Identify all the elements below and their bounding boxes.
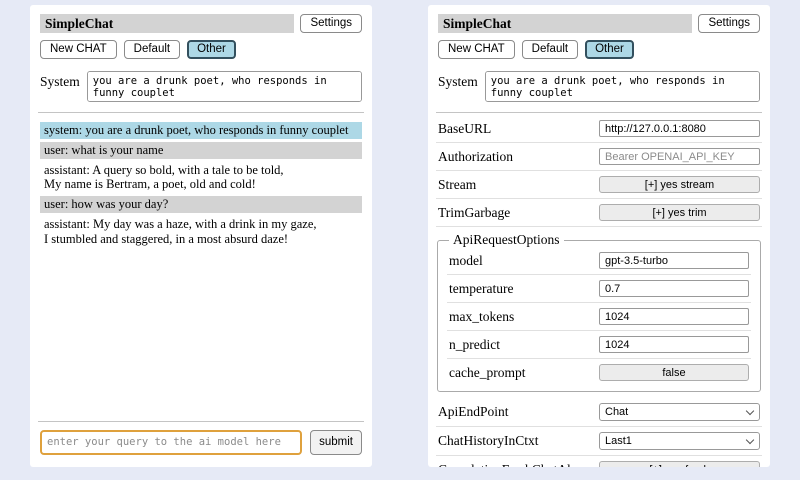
- settings-row-model: model: [447, 249, 751, 275]
- selected-option: Chat: [605, 406, 628, 418]
- system-prompt-label: System: [40, 71, 80, 90]
- settings-row-max-tokens: max_tokens: [447, 305, 751, 331]
- settings-row-cache-prompt: cache_promptfalse: [447, 361, 751, 386]
- app-title-bar: SimpleChat: [40, 14, 294, 33]
- chat-message-assistant: assistant: My day was a haze, with a dri…: [40, 216, 362, 248]
- max-tokens-input[interactable]: [599, 308, 749, 325]
- header-row: SimpleChat Settings: [438, 14, 760, 33]
- completionfreshchatalways-toggle-button[interactable]: [+] yes fresh: [599, 461, 760, 467]
- api-request-options-fieldset: ApiRequestOptions model temperature max_to…: [437, 232, 761, 392]
- max-tokens-label: max_tokens: [449, 309, 599, 325]
- session-button-row: New CHAT Default Other: [438, 40, 760, 59]
- settings-top-group: BaseURL Authorization Stream[+] yes stream…: [436, 117, 762, 227]
- stream-toggle-button[interactable]: [+] yes stream: [599, 176, 760, 193]
- cache-prompt-toggle-button[interactable]: false: [599, 364, 749, 381]
- api-request-options-rows: model temperature max_tokens n_predictcache…: [447, 249, 751, 386]
- query-input[interactable]: [40, 430, 302, 455]
- page-background: SimpleChat Settings New CHAT Default Other…: [0, 0, 800, 480]
- baseurl-input[interactable]: [599, 120, 760, 137]
- n-predict-input[interactable]: [599, 336, 749, 353]
- app-title: SimpleChat: [45, 16, 113, 31]
- settings-row-baseurl: BaseURL: [436, 117, 762, 143]
- settings-form: BaseURL Authorization Stream[+] yes stream…: [436, 117, 762, 467]
- session-button-default[interactable]: Default: [124, 40, 180, 59]
- session-button-new-chat[interactable]: New CHAT: [438, 40, 515, 59]
- settings-button[interactable]: Settings: [698, 14, 760, 33]
- apiendpoint-select[interactable]: Chat: [599, 403, 760, 421]
- settings-row-temperature: temperature: [447, 277, 751, 303]
- system-prompt-row: System you are a drunk poet, who respond…: [438, 71, 760, 102]
- temperature-input[interactable]: [599, 280, 749, 297]
- settings-bottom-group: ApiEndPoint Chat ChatHistoryInCtxt Last1 Com…: [436, 400, 762, 467]
- query-row: submit: [40, 430, 362, 455]
- chat-history: system: you are a drunk poet, who respon…: [38, 119, 364, 250]
- session-button-other[interactable]: Other: [187, 40, 236, 59]
- settings-row-stream: Stream[+] yes stream: [436, 173, 762, 199]
- settings-button[interactable]: Settings: [300, 14, 362, 33]
- completionfreshchatalways-label: CompletionFreshChatAlways: [438, 462, 599, 468]
- system-prompt-input[interactable]: you are a drunk poet, who responds in fu…: [485, 71, 760, 102]
- session-button-new-chat[interactable]: New CHAT: [40, 40, 117, 59]
- model-input[interactable]: [599, 252, 749, 269]
- divider: [38, 112, 364, 113]
- settings-row-chathistoryinctxt: ChatHistoryInCtxt Last1: [436, 429, 762, 456]
- trimgarbage-label: TrimGarbage: [438, 205, 599, 221]
- baseurl-label: BaseURL: [438, 121, 599, 137]
- settings-panel: SimpleChat Settings New CHAT Default Other…: [428, 5, 770, 467]
- session-button-row: New CHAT Default Other: [40, 40, 362, 59]
- selected-option: Last1: [605, 435, 632, 447]
- settings-row-n-predict: n_predict: [447, 333, 751, 359]
- empty-space: [36, 252, 366, 417]
- chathistoryinctxt-select[interactable]: Last1: [599, 432, 760, 450]
- authorization-label: Authorization: [438, 149, 599, 165]
- settings-row-completionfreshchatalways: CompletionFreshChatAlways[+] yes fresh: [436, 458, 762, 467]
- model-label: model: [449, 253, 599, 269]
- divider: [38, 421, 364, 422]
- app-title: SimpleChat: [443, 16, 511, 31]
- app-title-bar: SimpleChat: [438, 14, 692, 33]
- chathistoryinctxt-label: ChatHistoryInCtxt: [438, 433, 599, 449]
- system-prompt-row: System you are a drunk poet, who respond…: [40, 71, 362, 102]
- chevron-down-icon: [746, 406, 754, 414]
- system-prompt-input[interactable]: you are a drunk poet, who responds in fu…: [87, 71, 362, 102]
- stream-label: Stream: [438, 177, 599, 193]
- chat-panel: SimpleChat Settings New CHAT Default Other…: [30, 5, 372, 467]
- chat-message-system: system: you are a drunk poet, who respon…: [40, 122, 362, 139]
- trimgarbage-toggle-button[interactable]: [+] yes trim: [599, 204, 760, 221]
- cache-prompt-label: cache_prompt: [449, 365, 599, 381]
- temperature-label: temperature: [449, 281, 599, 297]
- fieldset-legend: ApiRequestOptions: [449, 232, 564, 248]
- authorization-input[interactable]: [599, 148, 760, 165]
- settings-row-trimgarbage: TrimGarbage[+] yes trim: [436, 201, 762, 227]
- chat-message-assistant: assistant: A query so bold, with a tale …: [40, 162, 362, 194]
- n-predict-label: n_predict: [449, 337, 599, 353]
- apiendpoint-label: ApiEndPoint: [438, 404, 599, 420]
- session-button-other[interactable]: Other: [585, 40, 634, 59]
- divider: [436, 112, 762, 113]
- settings-row-apiendpoint: ApiEndPoint Chat: [436, 400, 762, 427]
- chevron-down-icon: [746, 435, 754, 443]
- chat-message-user: user: how was your day?: [40, 196, 362, 213]
- system-prompt-label: System: [438, 71, 478, 90]
- header-row: SimpleChat Settings: [40, 14, 362, 33]
- chat-message-user: user: what is your name: [40, 142, 362, 159]
- submit-button[interactable]: submit: [310, 430, 362, 455]
- settings-row-authorization: Authorization: [436, 145, 762, 171]
- session-button-default[interactable]: Default: [522, 40, 578, 59]
